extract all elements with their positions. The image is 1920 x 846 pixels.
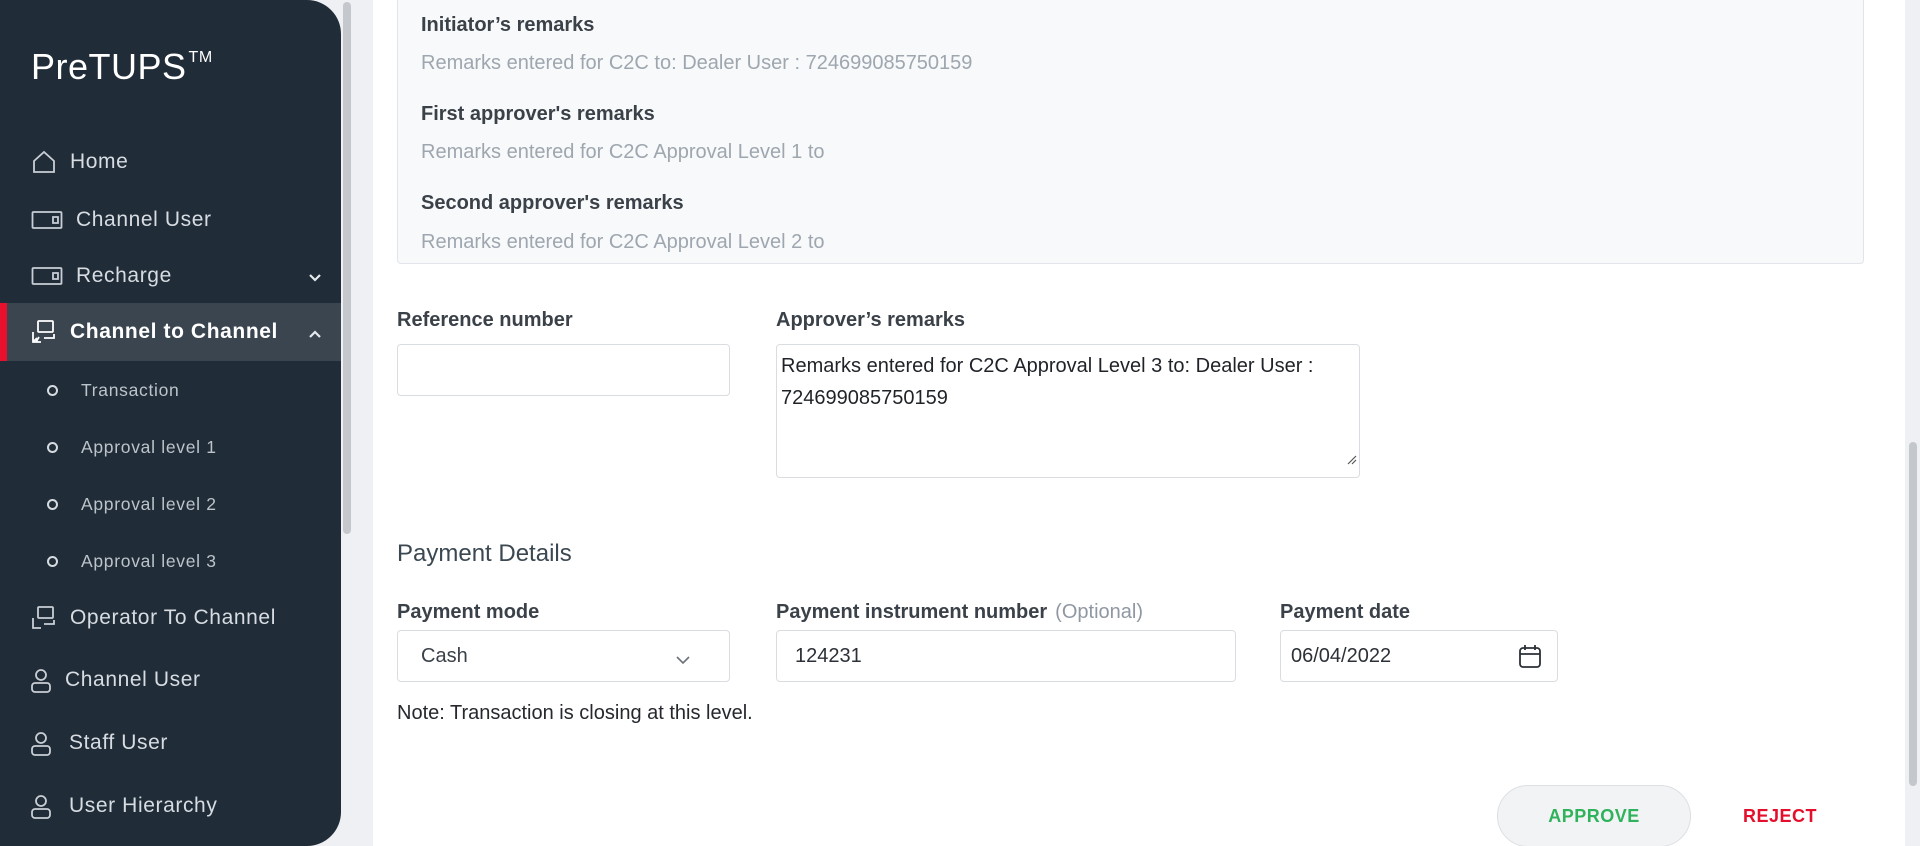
reject-button[interactable]: REJECT [1743,806,1817,827]
user-icon [30,792,52,820]
approver-remarks-text: Remarks entered for C2C Approval Level 3… [781,355,1314,409]
initiator-remarks-value: Remarks entered for C2C to: Dealer User … [421,52,973,74]
sidebar-item-label: Channel User [76,208,212,231]
closing-note: Note: Transaction is closing at this lev… [397,702,753,724]
sidebar-item-home[interactable]: Home [0,133,341,191]
second-approver-remarks-label: Second approver's remarks [421,192,684,214]
payment-mode-select[interactable]: Cash [397,630,730,682]
brand-trademark: TM [188,49,213,66]
page-scrollbar-thumb[interactable] [1909,442,1917,786]
transfer-icon [30,318,58,346]
sidebar-item-user-hierarchy[interactable]: User Hierarchy [0,777,341,835]
calendar-icon[interactable] [1517,643,1543,676]
sidebar-item-operator-to-channel[interactable]: Operator To Channel [0,589,341,647]
circle-bullet-icon [47,555,58,567]
initiator-remarks-label: Initiator’s remarks [421,14,595,36]
payment-mode-value: Cash [421,644,468,667]
circle-bullet-icon [47,441,58,453]
sidebar-item-channel-user-2[interactable]: Channel User [0,651,341,709]
brand-name: PreTUPS [31,46,187,87]
sidebar-item-label: Staff User [69,731,168,754]
subitem-transaction[interactable]: Transaction [0,370,341,410]
payment-date-label: Payment date [1280,601,1411,623]
sidebar-item-channel-user[interactable]: Channel User [0,191,341,249]
active-indicator [0,303,7,361]
chevron-down-icon[interactable] [307,268,323,292]
sidebar-item-recharge[interactable]: Recharge [0,247,341,305]
first-approver-remarks-label: First approver's remarks [421,103,655,125]
payment-mode-label: Payment mode [397,601,540,623]
payment-date-value: 06/04/2022 [1291,644,1392,667]
chevron-down-icon [675,649,691,672]
sidebar-item-label: Home [70,150,129,173]
payment-date-input[interactable]: 06/04/2022 [1280,630,1558,682]
card-icon [30,262,64,290]
home-icon [30,148,58,176]
app-root: PreTUPS TM Home Channel User Recharge Ch… [0,0,1920,846]
payment-instrument-label-text: Payment instrument number [776,601,1048,623]
approver-remarks-textarea[interactable]: Remarks entered for C2C Approval Level 3… [776,344,1360,478]
subitem-label: Approval level 3 [81,550,217,571]
reference-number-input[interactable] [397,344,730,396]
brand-logo: PreTUPS TM [31,46,213,88]
sidebar-item-channel-to-channel[interactable]: Channel to Channel [0,303,341,361]
subitem-label: Transaction [81,379,180,400]
circle-bullet-icon [47,384,58,396]
reference-number-label: Reference number [397,309,573,331]
user-icon [30,666,52,694]
circle-bullet-icon [47,498,58,510]
sidebar-item-label: Channel User [65,668,201,691]
transfer-icon [30,604,58,632]
first-approver-remarks-value: Remarks entered for C2C Approval Level 1… [421,141,825,163]
sidebar-item-label: Recharge [76,264,172,287]
second-approver-remarks-value: Remarks entered for C2C Approval Level 2… [421,231,825,253]
sidebar-item-label: User Hierarchy [69,794,218,817]
payment-details-title: Payment Details [397,540,572,567]
sidebar-item-label: Operator To Channel [70,606,276,629]
subitem-label: Approval level 1 [81,436,217,457]
main-panel: Initiator’s remarks Remarks entered for … [373,0,1905,846]
sidebar: PreTUPS TM Home Channel User Recharge Ch… [0,0,341,846]
sidebar-scrollbar-thumb[interactable] [343,2,351,534]
subitem-label: Approval level 2 [81,493,217,514]
optional-hint: (Optional) [1055,601,1143,623]
sidebar-item-label: Channel to Channel [70,320,278,343]
approve-button[interactable]: APPROVE [1497,785,1691,846]
payment-instrument-label: Payment instrument number (Optional) [776,601,1143,624]
card-icon [30,206,64,234]
user-icon [30,729,52,757]
previous-remarks-panel: Initiator’s remarks Remarks entered for … [397,0,1864,264]
subitem-approval-level-1[interactable]: Approval level 1 [0,427,341,467]
payment-instrument-input[interactable]: 124231 [776,630,1236,682]
subitem-approval-level-2[interactable]: Approval level 2 [0,484,341,524]
approver-remarks-label: Approver’s remarks [776,309,965,331]
sidebar-item-staff-user[interactable]: Staff User [0,714,341,772]
chevron-up-icon[interactable] [307,324,323,348]
subitem-approval-level-3[interactable]: Approval level 3 [0,541,341,581]
resize-handle-icon[interactable] [1345,443,1357,475]
